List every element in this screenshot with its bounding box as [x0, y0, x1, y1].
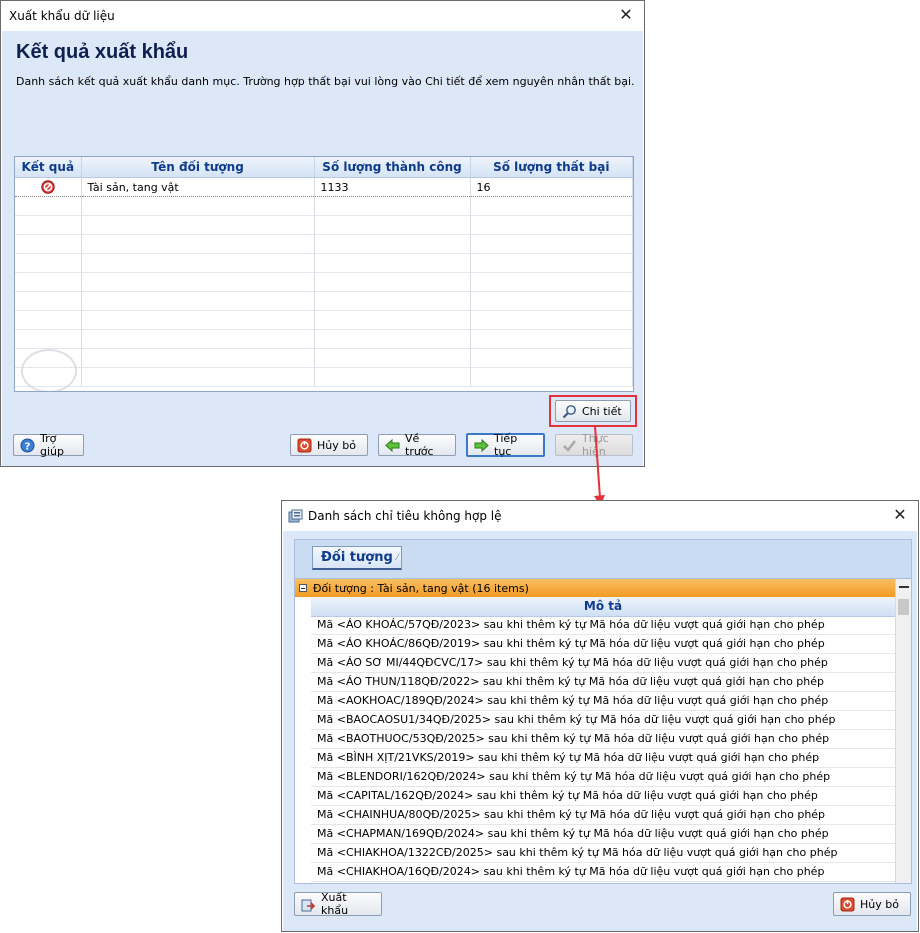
group-by-panel: Đối tượng ⁄ — [294, 539, 912, 579]
list-item[interactable]: Mã <CHIAKHOA/1322CĐ/2025> sau khi thêm k… — [311, 844, 895, 863]
detail-button[interactable]: Chi tiết — [555, 400, 631, 422]
cancel-button-label: Hủy bỏ — [317, 438, 356, 452]
checkmark-icon — [562, 438, 577, 453]
column-header-result[interactable]: Kết quả — [15, 157, 82, 178]
table-row[interactable] — [15, 310, 633, 330]
result-table: Kết quả Tên đối tượng Số lượng thành côn… — [14, 156, 634, 392]
list-item[interactable]: Mã <ÁO THUN/118QĐ/2022> sau khi thêm ký … — [311, 673, 895, 692]
detail-button-label: Chi tiết — [582, 404, 622, 418]
next-button[interactable]: Tiếp tục — [466, 432, 545, 458]
table-row[interactable] — [15, 329, 633, 349]
column-header-failed-count[interactable]: Số lượng thất bại — [470, 157, 633, 178]
scroll-up-arrow-icon[interactable] — [899, 579, 909, 588]
connector-arrow — [594, 425, 605, 506]
scrollbar-thumb[interactable] — [898, 599, 909, 615]
list-item[interactable]: Mã <CHAINHUA/80QĐ/2025> sau khi thêm ký … — [311, 806, 895, 825]
list-item[interactable]: Mã <CHAPMAN/169QĐ/2024> sau khi thêm ký … — [311, 825, 895, 844]
export-icon — [301, 897, 316, 912]
list-item[interactable]: Mã <ÁO SƠ MI/44QĐCVC/17> sau khi thêm ký… — [311, 654, 895, 673]
group-by-chip-label: Đối tượng — [321, 550, 393, 565]
export-button-label: Xuất khẩu — [321, 891, 349, 917]
help-button-label: Trợ giúp — [40, 432, 64, 458]
export-dialog-title: Xuất khẩu dữ liệu — [9, 9, 115, 23]
list-item[interactable]: Mã <BAOTHUOC/53QĐ/2025> sau khi thêm ký … — [311, 730, 895, 749]
export-dialog: Xuất khẩu dữ liệu ✕ Kết quả xuất khẩu Da… — [0, 0, 645, 467]
page-title: Kết quả xuất khẩu — [16, 41, 189, 63]
cancel-button-label: Hủy bỏ — [860, 897, 899, 911]
export-dialog-body: Kết quả xuất khẩu Danh sách kết quả xuất… — [2, 31, 643, 466]
list-item[interactable]: Mã <BAOCAOSU1/34QĐ/2025> sau khi thêm ký… — [311, 711, 895, 730]
column-header-description[interactable]: Mô tả — [311, 597, 895, 617]
table-row[interactable] — [15, 291, 633, 311]
cancel-icon — [297, 438, 312, 453]
table-row[interactable] — [15, 253, 633, 273]
object-name-cell: Tài sản, tang vật — [81, 177, 315, 197]
next-button-label: Tiếp tục — [494, 432, 518, 458]
cancel-icon — [840, 897, 855, 912]
failed-count-cell: 16 — [470, 177, 633, 197]
magnifier-icon — [562, 404, 577, 419]
vertical-scrollbar[interactable] — [895, 579, 911, 883]
table-row[interactable] — [15, 348, 633, 368]
invalid-item-list: Mã <ÁO KHOÁC/57QĐ/2023> sau khi thêm ký … — [311, 616, 895, 882]
arrow-left-icon — [385, 438, 400, 453]
back-button[interactable]: Về trước — [378, 432, 456, 458]
group-row[interactable]: Đối tượng : Tài sản, tang vật (16 items) — [295, 579, 895, 597]
table-row[interactable] — [15, 215, 633, 235]
arrow-right-icon — [474, 438, 489, 453]
export-dialog-titlebar: Xuất khẩu dữ liệu ✕ — [1, 1, 644, 31]
export-button[interactable]: Xuất khẩu — [294, 891, 382, 917]
table-row[interactable] — [15, 272, 633, 292]
close-icon[interactable]: ✕ — [616, 5, 636, 25]
help-icon: ? — [20, 438, 35, 453]
list-item[interactable]: Mã <BÌNH XỊT/21VKS/2019> sau khi thêm ký… — [311, 749, 895, 768]
column-header-object-name[interactable]: Tên đối tượng — [81, 157, 315, 178]
list-item[interactable]: Mã <CAPITAL/162QĐ/2024> sau khi thêm ký … — [311, 787, 895, 806]
table-row[interactable] — [15, 196, 633, 216]
list-item[interactable]: Mã <BLENDORI/162QĐ/2024> sau khi thêm ký… — [311, 768, 895, 787]
table-row[interactable]: Tài sản, tang vật 1133 16 — [15, 177, 633, 197]
close-icon[interactable]: ✕ — [890, 505, 910, 525]
invalid-list-dialog: Danh sách chỉ tiêu không hợp lệ ✕ Đối tư… — [281, 500, 919, 932]
list-item[interactable]: Mã <ÁO KHOÁC/57QĐ/2023> sau khi thêm ký … — [311, 616, 895, 635]
group-by-chip[interactable]: Đối tượng ⁄ — [312, 546, 402, 570]
group-row-label: Đối tượng : Tài sản, tang vật (16 items) — [313, 581, 529, 595]
cancel-button[interactable]: Hủy bỏ — [833, 892, 911, 916]
collapse-icon[interactable] — [299, 584, 307, 592]
cancel-button[interactable]: Hủy bỏ — [290, 434, 368, 456]
error-icon — [41, 180, 55, 194]
success-count-cell: 1133 — [314, 177, 471, 197]
list-item[interactable]: Mã <AOKHOAC/189QĐ/2024> sau khi thêm ký … — [311, 692, 895, 711]
help-button[interactable]: ? Trợ giúp — [13, 432, 84, 458]
table-row[interactable] — [15, 367, 633, 387]
svg-text:?: ? — [25, 441, 31, 452]
invalid-list-title: Danh sách chỉ tiêu không hợp lệ — [308, 509, 502, 523]
watermark-stamp — [21, 349, 77, 391]
invalid-list-grid: Đối tượng : Tài sản, tang vật (16 items)… — [294, 578, 912, 884]
list-item[interactable]: Mã <CHIAKHOA/16QĐ/2024> sau khi thêm ký … — [311, 863, 895, 882]
invalid-list-body: Đối tượng ⁄ Đối tượng : Tài sản, tang vậ… — [283, 531, 917, 931]
column-header-success-count[interactable]: Số lượng thành công — [314, 157, 471, 178]
invalid-list-titlebar: Danh sách chỉ tiêu không hợp lệ ✕ — [282, 501, 918, 531]
page-description: Danh sách kết quả xuất khẩu danh mục. Tr… — [16, 75, 635, 88]
table-row[interactable] — [15, 234, 633, 254]
sort-indicator-icon: ⁄ — [396, 552, 399, 563]
result-cell — [15, 177, 82, 197]
back-button-label: Về trước — [405, 432, 434, 458]
app-icon — [288, 509, 303, 524]
list-item[interactable]: Mã <ÁO KHOÁC/86QĐ/2019> sau khi thêm ký … — [311, 635, 895, 654]
